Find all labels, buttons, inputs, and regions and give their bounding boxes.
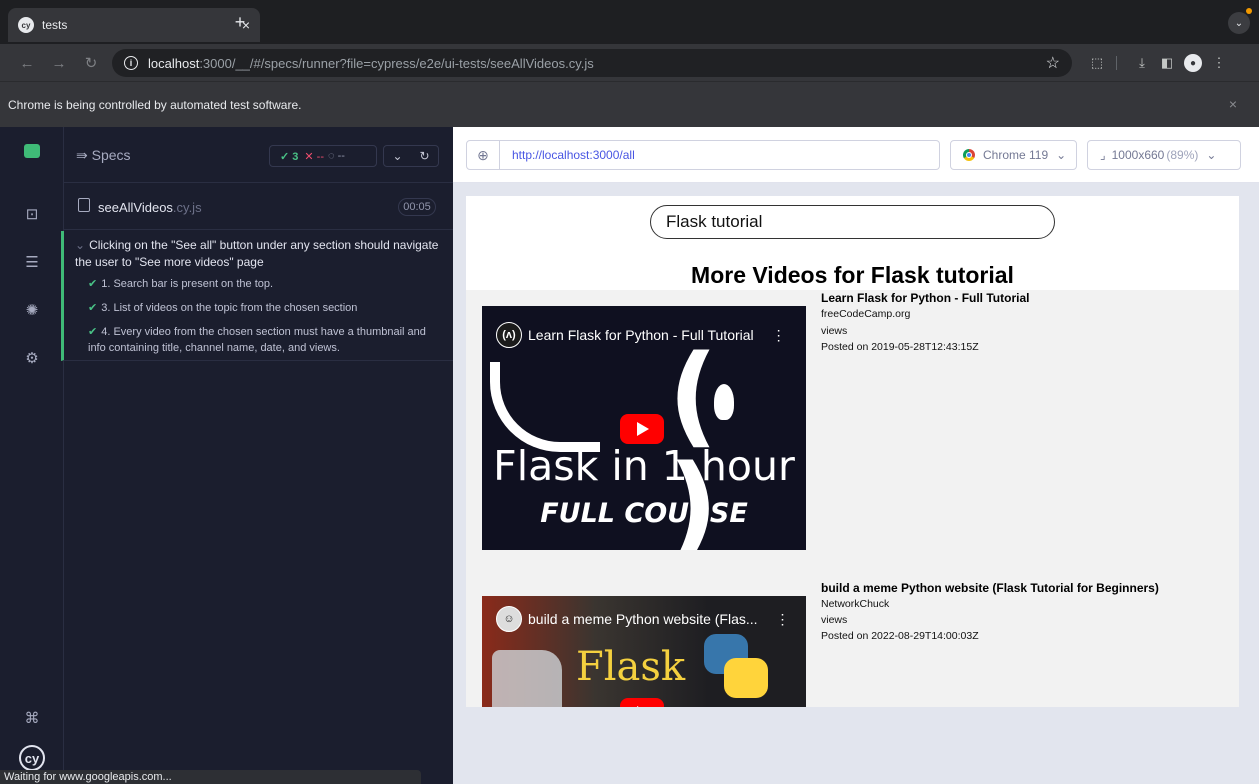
- thumbnail-subline: FULL COURSE: [540, 498, 748, 529]
- tab-search-chevron-icon[interactable]: ⌄: [1228, 12, 1250, 34]
- browser-selector[interactable]: Chrome 119 ⌄: [950, 140, 1077, 170]
- chrome-logo-icon: [963, 149, 975, 161]
- cypress-sidebar-nav: [0, 127, 64, 784]
- channel-avatar-icon: ☺: [496, 606, 522, 632]
- settings-gear-icon[interactable]: ⚙: [22, 348, 42, 368]
- runs-browser-icon[interactable]: ⊡: [22, 204, 42, 224]
- toolbar-divider: [1116, 56, 1117, 70]
- video-channel: NetworkChuck: [821, 598, 890, 610]
- thumbnail-title-bar: ☺ build a meme Python website (Flas... ⋮: [496, 606, 790, 632]
- site-info-icon[interactable]: i: [124, 56, 138, 70]
- extensions-puzzle-icon[interactable]: ⬚: [1088, 54, 1106, 72]
- test-title: 4. Every video from the chosen section m…: [88, 326, 426, 354]
- specs-list-toggle-icon: ⇛: [76, 147, 92, 163]
- thumbnail-headline: Flask: [576, 644, 686, 690]
- infobar-message: Chrome is being controlled by automated …: [8, 97, 302, 112]
- forward-arrow-icon[interactable]: →: [48, 52, 70, 74]
- video-title[interactable]: build a meme Python website (Flask Tutor…: [821, 581, 1159, 595]
- specs-toggle[interactable]: ⇛ Specs: [76, 147, 131, 164]
- pass-check-icon: ✔: [88, 278, 98, 290]
- test-title: 3. List of videos on the topic from the …: [101, 302, 358, 314]
- test-item[interactable]: ✔ 1. Search bar is present on the top.: [88, 276, 443, 292]
- video-views: views: [821, 325, 848, 337]
- specs-label: Specs: [91, 147, 131, 163]
- collapse-chevron-icon[interactable]: ⌄: [392, 149, 402, 163]
- test-item[interactable]: ✔ 4. Every video from the chosen section …: [88, 324, 443, 356]
- suite-title-text: Clicking on the "See all" button under a…: [75, 238, 439, 269]
- tab-title: tests: [42, 18, 68, 32]
- update-indicator-dot: [1246, 8, 1252, 14]
- suite-chevron-icon: ⌄: [75, 238, 86, 252]
- reload-icon[interactable]: ↻: [80, 52, 102, 74]
- viewport-size: 1000x660: [1111, 148, 1165, 162]
- url-host: localhost: [148, 55, 200, 71]
- thumbnail-title: build a meme Python website (Flas...: [528, 611, 758, 627]
- bookmark-star-icon[interactable]: ☆: [1046, 53, 1060, 73]
- youtube-play-icon: [620, 414, 664, 444]
- address-bar[interactable]: i localhost:3000/__/#/specs/runner?file=…: [112, 49, 1072, 77]
- menu-kebab-icon[interactable]: ⋮: [1210, 54, 1228, 72]
- pass-check-icon: ✔: [88, 302, 98, 314]
- flame-icon: [714, 384, 734, 420]
- youtube-play-icon: [620, 698, 664, 707]
- more-kebab-icon: ⋮: [775, 610, 790, 627]
- run-controls: ⌄ ↻: [383, 145, 439, 167]
- browser-chevron-icon: ⌄: [1056, 148, 1067, 162]
- video-views: views: [821, 614, 848, 626]
- new-tab-button[interactable]: +: [228, 10, 252, 34]
- search-input[interactable]: Flask tutorial: [650, 205, 1055, 239]
- viewport-scale: (89%): [1166, 148, 1199, 162]
- flask-bottle-graphic: [492, 650, 562, 707]
- side-panel-icon[interactable]: ◧: [1158, 54, 1176, 72]
- video-date: Posted on 2022-08-29T14:00:03Z: [821, 630, 979, 642]
- test-stats: ✓ 3 ✕ -- ◌ --: [269, 145, 377, 167]
- project-logo-icon[interactable]: [24, 144, 40, 158]
- passed-count: ✓ 3: [280, 150, 299, 163]
- thumbnail-headline: Flask in 1 hour: [493, 442, 795, 490]
- page-heading: More Videos for Flask tutorial: [691, 262, 1014, 288]
- browser-name: Chrome 119: [983, 148, 1049, 162]
- specs-list-icon[interactable]: ☰: [22, 252, 42, 272]
- viewport-resize-icon: ⌟: [1100, 148, 1106, 162]
- document-icon: [78, 198, 90, 212]
- debug-bug-icon[interactable]: ✺: [22, 300, 42, 320]
- cypress-logo-icon: cy: [19, 745, 45, 771]
- viewport-selector[interactable]: ⌟ 1000x660 (89%) ⌄: [1087, 140, 1241, 170]
- download-icon[interactable]: ⤓: [1133, 54, 1151, 72]
- pending-count: ◌ --: [328, 150, 345, 162]
- rerun-icon[interactable]: ↻: [419, 149, 429, 163]
- browser-tab[interactable]: cy tests ×: [8, 8, 260, 42]
- test-title: 1. Search bar is present on the top.: [101, 278, 274, 290]
- keyboard-shortcuts-icon[interactable]: ⌘: [22, 708, 42, 728]
- python-logo-icon: [704, 634, 768, 698]
- viewport-chevron-icon: ⌄: [1206, 148, 1217, 162]
- browser-status-bubble: Waiting for www.googleapis.com...: [0, 770, 421, 784]
- url-path: :3000/__/#/specs/runner?file=cypress/e2e…: [199, 55, 594, 71]
- spec-name: seeAllVideos: [98, 200, 173, 215]
- test-item[interactable]: ✔ 3. List of videos on the topic from the…: [88, 300, 443, 316]
- spec-ext: .cy.js: [172, 200, 202, 215]
- suite-title[interactable]: ⌄ Clicking on the "See all" button under …: [75, 237, 445, 271]
- channel-avatar-icon: (ʌ): [496, 322, 522, 348]
- spec-file-name: seeAllVideos.cy.js: [98, 200, 202, 215]
- browser-toolbar: ← → ↻ i localhost:3000/__/#/specs/runner…: [0, 44, 1259, 81]
- selector-playground-crosshair-icon[interactable]: ⊕: [466, 140, 500, 170]
- pass-check-icon: ✔: [88, 326, 98, 338]
- back-arrow-icon[interactable]: ←: [16, 52, 38, 74]
- profile-avatar-icon[interactable]: ●: [1184, 54, 1202, 72]
- video-thumbnail[interactable]: (ʌ) Learn Flask for Python - Full Tutori…: [482, 306, 806, 550]
- spec-duration-badge: 00:05: [398, 198, 436, 216]
- video-thumbnail[interactable]: ☺ build a meme Python website (Flas... ⋮…: [482, 596, 806, 707]
- failed-count: ✕ --: [304, 150, 324, 163]
- video-channel: freeCodeCamp.org: [821, 308, 911, 320]
- video-date: Posted on 2019-05-28T12:43:15Z: [821, 341, 979, 353]
- video-title[interactable]: Learn Flask for Python - Full Tutorial: [821, 291, 1029, 305]
- flask-graphic-icon: [490, 362, 600, 452]
- automation-infobar: Chrome is being controlled by automated …: [0, 81, 1259, 127]
- infobar-close-icon[interactable]: ×: [1229, 96, 1237, 112]
- aut-url-field[interactable]: http://localhost:3000/all: [500, 140, 940, 170]
- cypress-favicon-icon: cy: [18, 17, 34, 33]
